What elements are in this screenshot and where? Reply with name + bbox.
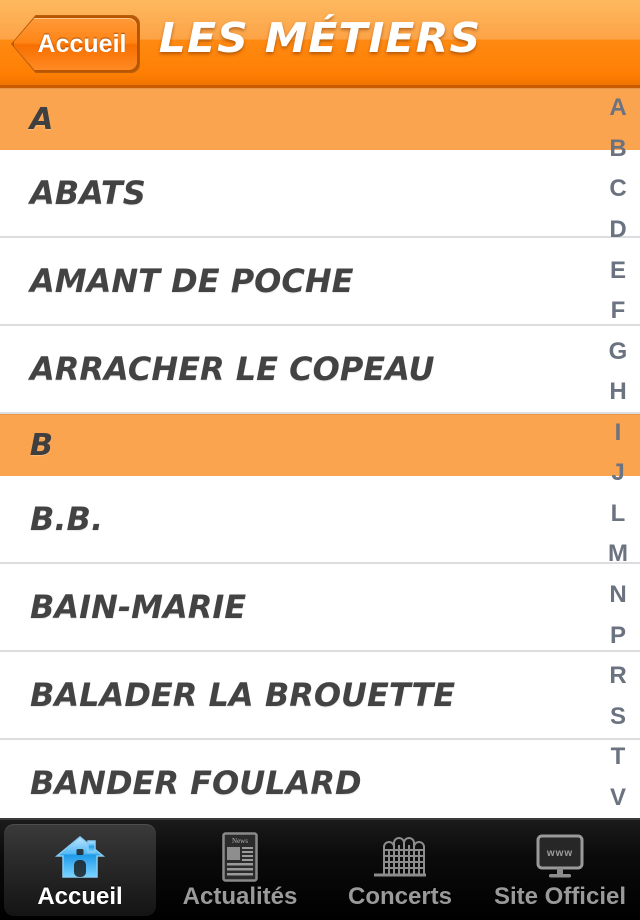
tab-accueil[interactable]: Accueil (0, 820, 160, 920)
index-letter-s[interactable]: S (596, 696, 640, 737)
index-letter-v[interactable]: V (596, 778, 640, 819)
alphabet-index-bar[interactable]: ABCDEFGHIJLMNPRSTV (596, 88, 640, 818)
tab-label: Actualités (182, 883, 298, 910)
list-row-label: AMANT DE POCHE (30, 262, 354, 300)
index-letter-g[interactable]: G (596, 331, 640, 372)
section-header-b: B (0, 414, 640, 476)
list-row[interactable]: B.B. (0, 476, 640, 564)
list-scroll-area[interactable]: A ABATS AMANT DE POCHE ARRACHER LE COPEAU B B… (0, 88, 640, 818)
stadium-icon (370, 829, 430, 885)
svg-text:www: www (546, 848, 573, 859)
newspaper-icon: News (222, 832, 258, 882)
bottom-tab-bar: Accueil News Actualités Concerts www Sit… (0, 818, 640, 920)
stadium-icon (374, 836, 426, 877)
list-row-label: BALADER LA BROUETTE (30, 676, 456, 714)
newspaper-icon: News (210, 829, 270, 885)
index-letter-c[interactable]: C (596, 169, 640, 210)
index-letter-p[interactable]: P (596, 615, 640, 656)
tab-site-officiel[interactable]: www Site Officiel (480, 820, 640, 920)
list-row-label: ARRACHER LE COPEAU (30, 350, 435, 388)
index-letter-n[interactable]: N (596, 575, 640, 616)
tab-label: Site Officiel (493, 883, 627, 910)
index-letter-b[interactable]: B (596, 129, 640, 170)
monitor-www-icon: www (530, 829, 590, 885)
index-letter-l[interactable]: L (596, 494, 640, 535)
index-letter-d[interactable]: D (596, 210, 640, 251)
index-letter-r[interactable]: R (596, 656, 640, 697)
list-row[interactable]: ARRACHER LE COPEAU (0, 326, 640, 414)
section-header-letter: A (29, 102, 54, 137)
svg-text:News: News (232, 837, 248, 845)
home-icon (50, 829, 110, 885)
tab-concerts[interactable]: Concerts (320, 820, 480, 920)
section-header-a: A (0, 88, 640, 150)
index-letter-h[interactable]: H (596, 372, 640, 413)
monitor-www-icon: www (536, 834, 584, 878)
index-letter-f[interactable]: F (596, 291, 640, 332)
list-row[interactable]: BAIN-MARIE (0, 564, 640, 652)
index-letter-m[interactable]: M (596, 534, 640, 575)
list-row[interactable]: ABATS (0, 150, 640, 238)
expressions-list: A ABATS AMANT DE POCHE ARRACHER LE COPEAU B B… (0, 88, 640, 818)
tab-label: Concerts (347, 883, 453, 910)
list-row-label: B.B. (30, 500, 104, 538)
list-row[interactable]: BALADER LA BROUETTE (0, 652, 640, 740)
list-row[interactable]: BANDER FOULARD (0, 740, 640, 818)
home-icon (54, 836, 106, 878)
section-header-letter: B (29, 428, 54, 463)
tab-actualites[interactable]: News Actualités (160, 820, 320, 920)
app-screen: Accueil LES MÉTIERS A ABATS AMANT DE POCHE… (0, 0, 640, 920)
tab-label: Accueil (37, 883, 123, 910)
list-row-label: BANDER FOULARD (30, 764, 362, 802)
index-letter-a[interactable]: A (596, 88, 640, 129)
list-row[interactable]: AMANT DE POCHE (0, 238, 640, 326)
index-letter-e[interactable]: E (596, 250, 640, 291)
page-title: LES MÉTIERS (158, 14, 482, 62)
index-letter-t[interactable]: T (596, 737, 640, 778)
list-row-label: BAIN-MARIE (30, 588, 247, 626)
navigation-bar: Accueil LES MÉTIERS (0, 0, 640, 88)
list-row-label: ABATS (30, 174, 146, 212)
index-letter-i[interactable]: I (596, 413, 640, 454)
index-letter-j[interactable]: J (596, 453, 640, 494)
